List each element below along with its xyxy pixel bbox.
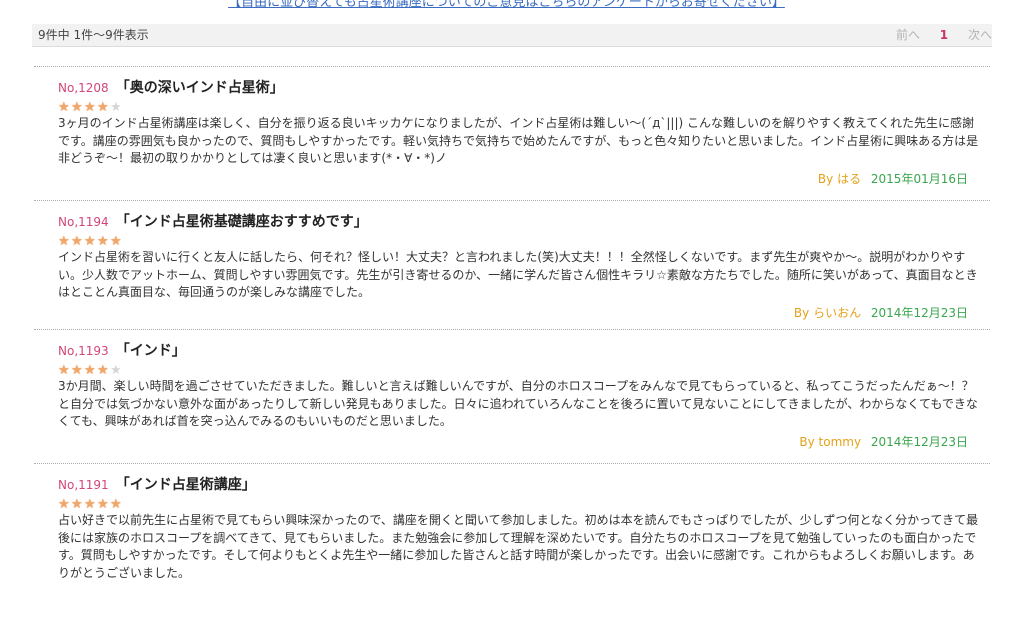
review-item: No,1208 「奥の深いインド占星術」 ★★★★★ 3ヶ月のインド占星術講座は…: [34, 66, 990, 200]
pager-nav: 前へ 1 次へ: [896, 24, 992, 46]
star-empty-icon: ★: [110, 100, 122, 115]
review-title: 「インド占星術講座」: [115, 477, 256, 493]
star-filled-icon: ★: [84, 497, 96, 512]
review-number: No,1191: [58, 478, 109, 492]
review-body: 3ヶ月のインド占星術講座は楽しく、自分を振り返る良いキッカケになりましたが、イン…: [58, 116, 979, 165]
review-body: 占い好きで以前先生に占星術で見てもらい興味深かったので、講座を開くと聞いて参加し…: [58, 513, 979, 580]
star-filled-icon: ★: [110, 234, 122, 249]
star-filled-icon: ★: [97, 234, 109, 249]
star-filled-icon: ★: [97, 100, 109, 115]
review-title: 「奥の深いインド占星術」: [115, 80, 284, 96]
review-header: No,1194 「インド占星術基礎講座おすすめです」: [58, 211, 990, 231]
star-filled-icon: ★: [58, 497, 70, 512]
review-header: No,1208 「奥の深いインド占星術」: [58, 77, 990, 97]
star-filled-icon: ★: [71, 363, 83, 378]
star-rating: ★★★★★: [58, 234, 990, 249]
review-author: By はる: [817, 171, 862, 186]
review-header: No,1193 「インド」: [58, 340, 990, 360]
prev-page-link[interactable]: 前へ: [896, 24, 920, 46]
review-date: 2015年01月16日: [870, 171, 968, 186]
star-filled-icon: ★: [84, 234, 96, 249]
star-filled-icon: ★: [58, 100, 70, 115]
pagination-bar: 9件中 1件～9件表示 前へ 1 次へ: [32, 24, 992, 47]
star-filled-icon: ★: [58, 363, 70, 378]
star-rating: ★★★★★: [58, 100, 990, 115]
review-number: No,1194: [58, 215, 109, 229]
star-filled-icon: ★: [58, 234, 70, 249]
star-filled-icon: ★: [84, 363, 96, 378]
review-list: No,1208 「奥の深いインド占星術」 ★★★★★ 3ヶ月のインド占星術講座は…: [34, 66, 990, 593]
review-author: By らいおん: [793, 305, 862, 320]
next-page-link[interactable]: 次へ: [968, 24, 992, 46]
result-count: 9件中 1件～9件表示: [38, 28, 149, 42]
star-filled-icon: ★: [84, 100, 96, 115]
review-body: インド占星術を習いに行くと友人に話したら、何それ？怪しい！大丈夫？と言われました…: [58, 250, 978, 299]
review-item: No,1194 「インド占星術基礎講座おすすめです」 ★★★★★ インド占星術を…: [34, 200, 990, 329]
star-filled-icon: ★: [71, 234, 83, 249]
star-filled-icon: ★: [71, 497, 83, 512]
current-page: 1: [939, 28, 949, 42]
review-meta: By tommy 2014年12月23日: [58, 431, 990, 453]
review-author: By tommy: [799, 434, 862, 449]
star-filled-icon: ★: [97, 363, 109, 378]
review-title: 「インド」: [115, 343, 186, 359]
review-item: No,1191 「インド占星術講座」 ★★★★★ 占い好きで以前先生に占星術で見…: [34, 463, 990, 593]
review-meta: By はる 2015年01月16日: [58, 168, 990, 190]
star-rating: ★★★★★: [58, 363, 990, 378]
star-rating: ★★★★★: [58, 497, 990, 512]
review-meta: By らいおん 2014年12月23日: [58, 302, 990, 324]
survey-link[interactable]: 【自由に並び替えても占星術講座についてのご意見はこちらのアンケートからお寄せくだ…: [0, 0, 1013, 10]
review-number: No,1208: [58, 81, 109, 95]
star-filled-icon: ★: [71, 100, 83, 115]
star-empty-icon: ★: [110, 363, 122, 378]
review-body: 3か月間、楽しい時間を過ごさせていただきました。難しいと言えば難しいんですが、自…: [58, 379, 978, 428]
review-date: 2014年12月23日: [870, 305, 968, 320]
review-number: No,1193: [58, 344, 109, 358]
review-title: 「インド占星術基礎講座おすすめです」: [115, 214, 368, 230]
review-date: 2014年12月23日: [870, 434, 968, 449]
star-filled-icon: ★: [110, 497, 122, 512]
review-header: No,1191 「インド占星術講座」: [58, 474, 990, 494]
review-item: No,1193 「インド」 ★★★★★ 3か月間、楽しい時間を過ごさせていただき…: [34, 329, 990, 463]
star-filled-icon: ★: [97, 497, 109, 512]
